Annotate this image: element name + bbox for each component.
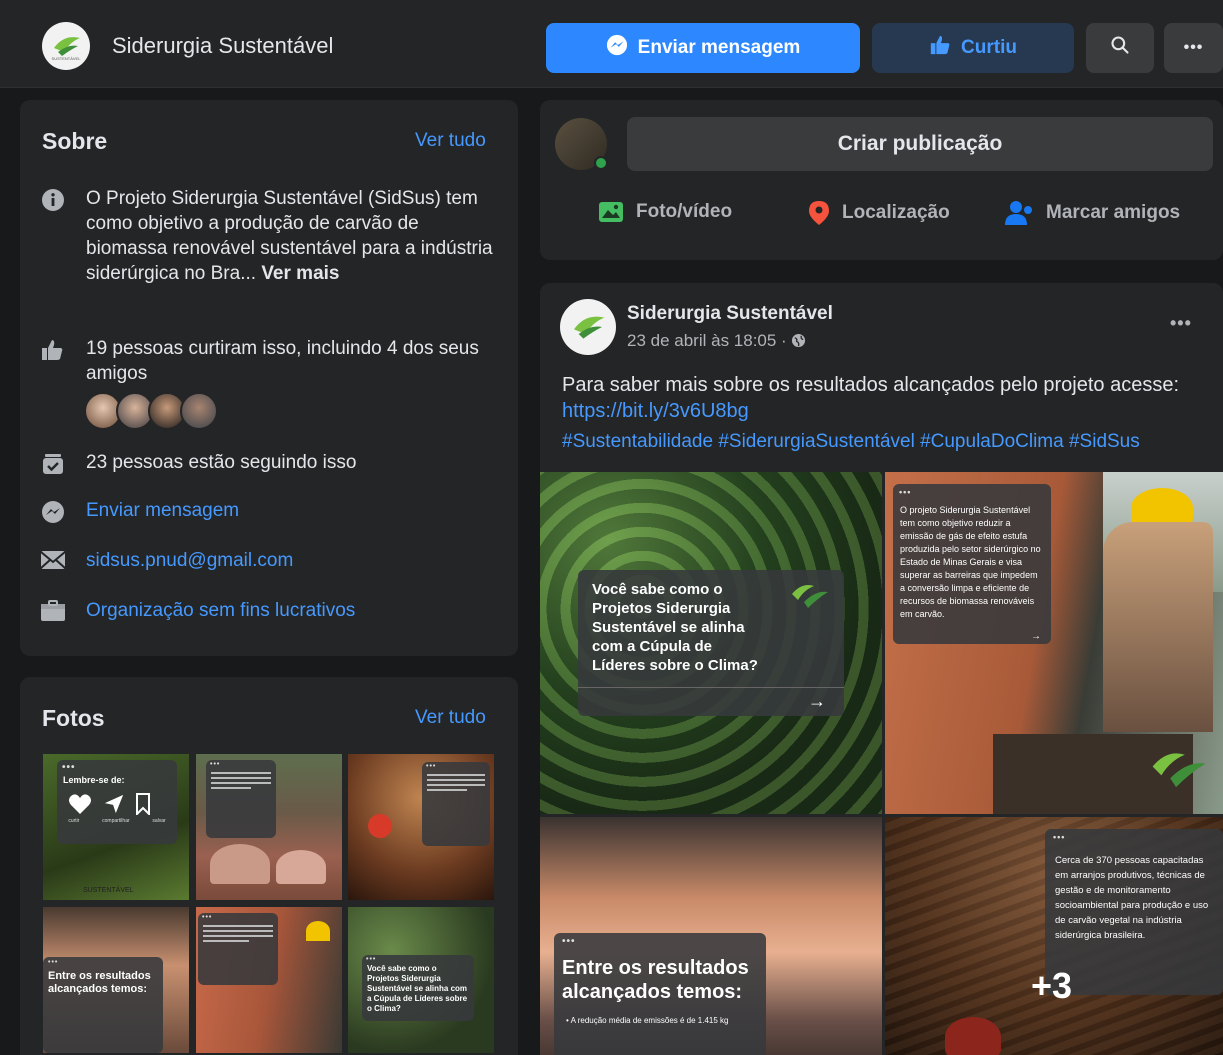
photo-thumbnail[interactable]: •••	[196, 907, 342, 1053]
thumbs-up-icon	[40, 338, 66, 362]
send-message-link[interactable]: Enviar mensagem	[86, 498, 239, 523]
photo-thumbnail[interactable]: ••• Entre os resultados alcançados temos…	[43, 907, 189, 1053]
see-more-link[interactable]: Ver mais	[261, 263, 339, 284]
more-dots-icon: •••	[1183, 39, 1204, 56]
about-message-row: Enviar mensagem	[40, 498, 500, 524]
photos-see-all-link[interactable]: Ver tudo	[415, 707, 486, 729]
more-photos-count[interactable]: +3	[1031, 965, 1072, 1007]
online-status-dot	[594, 156, 608, 170]
about-card: Sobre Ver tudo O Projeto Siderurgia Sust…	[20, 100, 518, 656]
post-body-text: Para saber mais sobre os resultados alca…	[562, 374, 1180, 396]
location-label: Localização	[842, 202, 950, 223]
image-caption: Você sabe como o Projetos Siderurgia Sus…	[592, 581, 758, 674]
post-timestamp-text: 23 de abril às 18:05 ·	[627, 331, 787, 350]
image-caption: O projeto Siderurgia Sustentável tem com…	[900, 505, 1041, 619]
thumb-footer: SUSTENTÁVEL	[83, 887, 134, 894]
thumb-title: Lembre-se de:	[63, 775, 125, 785]
globe-icon	[792, 333, 806, 348]
likes-text: 19 pessoas curtiram isso, incluindo 4 do…	[86, 338, 479, 384]
messenger-icon	[606, 34, 628, 62]
image-caption: Cerca de 370 pessoas capacitadas em arra…	[1055, 855, 1209, 941]
envelope-icon	[40, 550, 66, 570]
image-bullet-text: A redução média de emissões é de 1.415 k…	[570, 1016, 729, 1025]
page-header: SUSTENTÁVEL Siderurgia Sustentável Envia…	[0, 0, 1223, 88]
tag-friends-label: Marcar amigos	[1046, 202, 1181, 223]
messenger-icon	[40, 500, 66, 524]
post-author-avatar[interactable]	[560, 299, 616, 355]
create-post-card: Criar publicação Foto/vídeo Localização …	[540, 100, 1223, 260]
thumb-title: Você sabe como o Projetos Siderurgia Sus…	[367, 964, 468, 1013]
about-description-row: O Projeto Siderurgia Sustentável (SidSus…	[40, 186, 500, 286]
location-button[interactable]: Localização	[808, 200, 950, 226]
post-image[interactable]: ••• Entre os resultados alcançados temos…	[540, 817, 882, 1055]
image-caption: Entre os resultados alcançados temos:	[562, 957, 749, 1003]
photo-thumbnail[interactable]: •••	[348, 754, 494, 900]
post-text: Para saber mais sobre os resultados alca…	[562, 372, 1202, 424]
thumb-icons	[57, 785, 177, 815]
send-message-button[interactable]: Enviar mensagem	[546, 23, 860, 73]
search-icon	[1110, 35, 1130, 61]
post-image[interactable]: ••• O projeto Siderurgia Sustentável tem…	[885, 472, 1223, 814]
tag-friends-icon	[1005, 201, 1032, 225]
svg-text:SUSTENTÁVEL: SUSTENTÁVEL	[52, 56, 82, 61]
leaf-logo-icon	[792, 585, 828, 608]
briefcase-icon	[40, 600, 66, 622]
send-message-label: Enviar mensagem	[637, 37, 801, 58]
post-image[interactable]: ••• Cerca de 370 pessoas capacitadas em …	[885, 817, 1223, 1055]
email-link[interactable]: sidsus.pnud@gmail.com	[86, 548, 293, 573]
followers-text: 23 pessoas estão seguindo isso	[86, 452, 357, 473]
bookmark-icon	[136, 793, 150, 815]
about-category-row: Organização sem fins lucrativos	[40, 598, 500, 623]
page-name[interactable]: Siderurgia Sustentável	[112, 33, 333, 59]
liked-button[interactable]: Curtiu	[872, 23, 1074, 73]
post-link[interactable]: https://bit.ly/3v6U8bg	[562, 400, 749, 422]
category-link[interactable]: Organização sem fins lucrativos	[86, 598, 355, 623]
post-image[interactable]: Você sabe como o Projetos Siderurgia Sus…	[540, 472, 882, 814]
post-hashtags[interactable]: #Sustentabilidade #SiderurgiaSustentável…	[562, 431, 1140, 453]
info-icon	[40, 188, 66, 212]
thumbs-up-icon	[929, 34, 951, 62]
photos-card: Fotos Ver tudo ••• Lembre-se de: curtir …	[20, 677, 518, 1055]
leaf-logo-icon	[1152, 753, 1206, 788]
about-likes-row: 19 pessoas curtiram isso, incluindo 4 do…	[40, 336, 500, 386]
post-timestamp[interactable]: 23 de abril às 18:05 ·	[627, 331, 806, 351]
arrow-right-icon: →	[808, 691, 826, 711]
arrow-right-icon: →	[1031, 631, 1041, 642]
tag-friends-button[interactable]: Marcar amigos	[1004, 200, 1180, 226]
about-email-row: sidsus.pnud@gmail.com	[40, 548, 500, 573]
thumb-action: salvar	[152, 818, 166, 824]
photo-thumbnail[interactable]: ••• Você sabe como o Projetos Siderurgia…	[348, 907, 494, 1053]
heart-icon	[69, 794, 91, 814]
send-arrow-icon	[104, 794, 124, 814]
image-bullet: • A redução média de emissões é de 1.415…	[566, 1016, 729, 1025]
location-pin-icon	[809, 201, 829, 225]
post-author[interactable]: Siderurgia Sustentável	[627, 303, 833, 325]
about-see-all-link[interactable]: Ver tudo	[415, 130, 486, 152]
thumb-action: curtir	[68, 818, 80, 824]
photos-title: Fotos	[42, 705, 105, 731]
photo-icon	[599, 202, 623, 222]
post-card: Siderurgia Sustentável 23 de abril às 18…	[540, 283, 1223, 1055]
page-logo[interactable]: SUSTENTÁVEL	[42, 22, 90, 70]
more-options-button[interactable]: •••	[1164, 23, 1223, 73]
liked-label: Curtiu	[961, 37, 1017, 58]
about-title: Sobre	[42, 128, 108, 154]
post-options-icon[interactable]: •••	[1170, 313, 1192, 334]
followers-icon	[40, 452, 66, 476]
thumb-action: compartilhar	[102, 818, 130, 824]
photo-video-button[interactable]: Foto/vídeo	[598, 200, 732, 224]
thumb-title: Entre os resultados alcançados temos:	[48, 970, 151, 995]
friend-avatar[interactable]	[180, 392, 218, 430]
search-button[interactable]	[1086, 23, 1154, 73]
about-description: O Projeto Siderurgia Sustentável (SidSus…	[86, 186, 500, 286]
photo-thumbnail[interactable]: ••• Lembre-se de: curtir compartilhar sa…	[43, 754, 189, 900]
photo-video-label: Foto/vídeo	[636, 201, 733, 222]
about-followers-row: 23 pessoas estão seguindo isso	[40, 450, 500, 476]
create-post-button[interactable]: Criar publicação	[627, 117, 1213, 171]
photo-thumbnail[interactable]: •••	[196, 754, 342, 900]
